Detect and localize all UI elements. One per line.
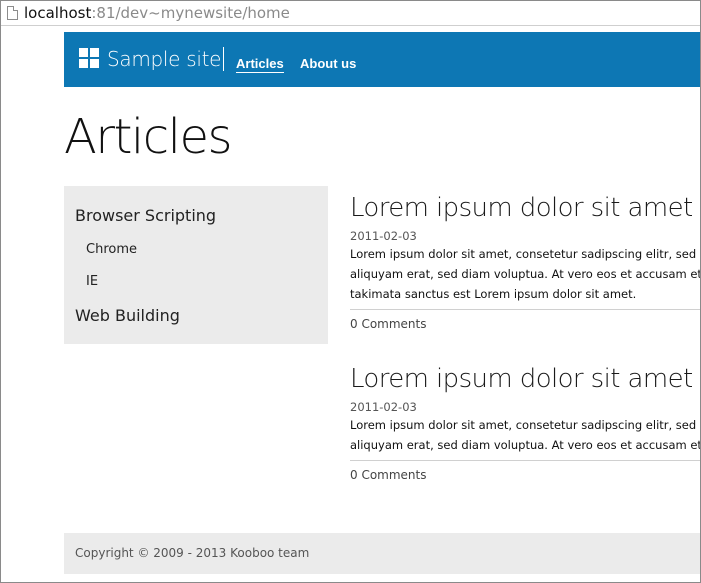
article-body: Lorem ipsum dolor sit amet, consetetur s…: [350, 415, 701, 455]
category-browser-scripting[interactable]: Browser Scripting: [75, 206, 216, 225]
site-header: Sample site Articles About us: [64, 32, 700, 87]
article-item: Lorem ipsum dolor sit amet 2 2011-02-03 …: [350, 193, 701, 331]
article-divider: [350, 460, 700, 461]
article-title[interactable]: Lorem ipsum dolor sit amet: [350, 364, 700, 394]
article-body-line: Lorem ipsum dolor sit amet, consetetur s…: [350, 247, 697, 261]
browser-frame: localhost:81/dev~mynewsite/home Sample s…: [0, 0, 701, 583]
article-comments-link[interactable]: 0 Comments: [350, 317, 700, 331]
article-body-line: aliquyam erat, sed diam voluptua. At ver…: [350, 267, 701, 281]
article-body-line: aliquyam erat, sed diam voluptua. At ver…: [350, 438, 701, 452]
url-host: localhost: [24, 4, 92, 22]
page-icon: [7, 6, 18, 20]
article-comments-link[interactable]: 0 Comments: [350, 468, 700, 482]
footer-copyright: Copyright © 2009 - 2013 Kooboo team: [75, 546, 310, 560]
article-body: Lorem ipsum dolor sit amet, consetetur s…: [350, 244, 701, 304]
subcategory-ie[interactable]: IE: [86, 274, 98, 289]
article-title[interactable]: Lorem ipsum dolor sit amet 2: [350, 193, 700, 223]
article-body-line: takimata sanctus est Lorem ipsum dolor s…: [350, 287, 637, 301]
article-divider: [350, 309, 700, 310]
category-sidebar: Browser Scripting Chrome IE Web Building: [64, 186, 328, 344]
site-footer: Copyright © 2009 - 2013 Kooboo team: [64, 533, 700, 574]
header-divider: [223, 47, 224, 71]
url-path: :81/dev~mynewsite/home: [91, 4, 290, 22]
article-body-line: Lorem ipsum dolor sit amet, consetetur s…: [350, 418, 697, 432]
subcategory-chrome[interactable]: Chrome: [86, 242, 137, 257]
site-title[interactable]: Sample site: [107, 47, 221, 71]
page-title: Articles: [64, 109, 233, 165]
article-date: 2011-02-03: [350, 229, 417, 243]
article-date: 2011-02-03: [350, 400, 417, 414]
address-bar[interactable]: localhost:81/dev~mynewsite/home: [1, 1, 700, 26]
nav-about-us[interactable]: About us: [300, 56, 356, 71]
nav-articles[interactable]: Articles: [236, 56, 284, 73]
category-web-building[interactable]: Web Building: [75, 306, 180, 325]
windows-grid-icon[interactable]: [79, 48, 99, 68]
article-item: Lorem ipsum dolor sit amet 2011-02-03 Lo…: [350, 364, 701, 482]
